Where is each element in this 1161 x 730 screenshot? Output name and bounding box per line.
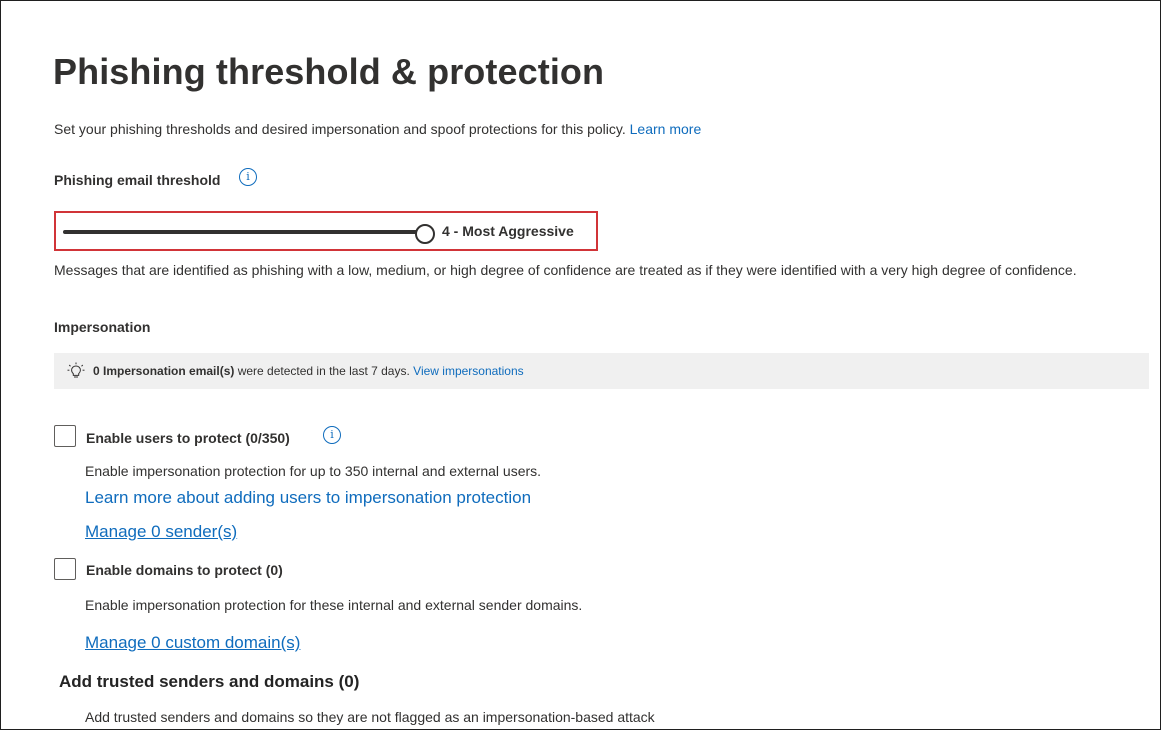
notice-count: 0 Impersonation email(s): [93, 364, 235, 378]
domains-description: Enable impersonation protection for thes…: [85, 597, 583, 613]
trusted-senders-description: Add trusted senders and domains so they …: [85, 709, 655, 725]
info-icon[interactable]: i: [239, 168, 257, 186]
intro-text: Set your phishing thresholds and desired…: [54, 121, 701, 137]
threshold-slider-track[interactable]: [63, 230, 419, 234]
threshold-value-label: 4 - Most Aggressive: [442, 223, 574, 239]
info-icon[interactable]: i: [323, 426, 341, 444]
notice-message: were detected in the last 7 days.: [234, 364, 410, 378]
enable-domains-checkbox[interactable]: [54, 558, 76, 580]
policy-panel: Phishing threshold & protection Set your…: [0, 0, 1161, 730]
notice-text: 0 Impersonation email(s) were detected i…: [93, 364, 524, 378]
threshold-slider-thumb[interactable]: [415, 224, 435, 244]
threshold-label: Phishing email threshold: [54, 172, 221, 188]
threshold-slider-highlight: 4 - Most Aggressive: [54, 211, 598, 251]
manage-senders-link[interactable]: Manage 0 sender(s): [85, 522, 237, 542]
view-impersonations-link[interactable]: View impersonations: [413, 364, 524, 378]
enable-users-label: Enable users to protect (0/350): [86, 430, 290, 446]
impersonation-label: Impersonation: [54, 319, 151, 335]
impersonation-notice: 0 Impersonation email(s) were detected i…: [54, 353, 1149, 389]
threshold-description: Messages that are identified as phishing…: [54, 262, 1077, 278]
enable-domains-label: Enable domains to protect (0): [86, 562, 283, 578]
users-description: Enable impersonation protection for up t…: [85, 463, 542, 479]
intro-description: Set your phishing thresholds and desired…: [54, 121, 626, 137]
enable-users-checkbox[interactable]: [54, 425, 76, 447]
manage-domains-link[interactable]: Manage 0 custom domain(s): [85, 633, 300, 653]
lightbulb-icon: [67, 362, 85, 385]
learn-more-link[interactable]: Learn more: [630, 121, 702, 137]
trusted-senders-heading: Add trusted senders and domains (0): [59, 672, 360, 691]
learn-more-users-link[interactable]: Learn more about adding users to imperso…: [85, 488, 531, 508]
page-title: Phishing threshold & protection: [53, 51, 605, 92]
